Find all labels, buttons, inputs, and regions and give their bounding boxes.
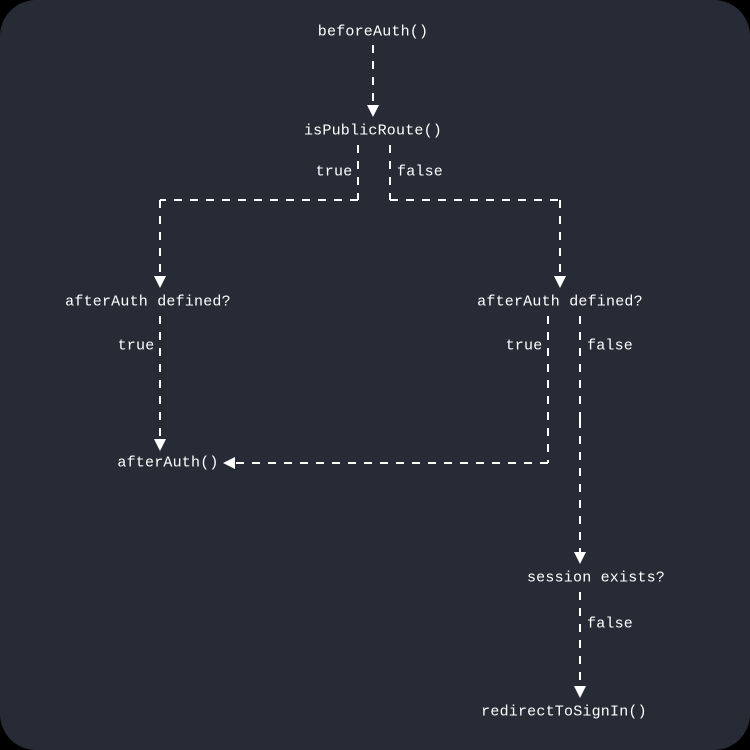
node-session-exists: session exists? <box>527 570 665 587</box>
arrowhead <box>574 552 586 564</box>
label-ispublic-false: false <box>397 164 443 181</box>
node-beforeauth: beforeAuth() <box>318 24 428 41</box>
arrowhead <box>574 686 586 698</box>
node-afterauth: afterAuth() <box>117 455 218 472</box>
label-right-defined-true: true <box>506 338 543 355</box>
arrowhead <box>367 105 379 117</box>
label-ispublic-true: true <box>316 164 353 181</box>
flowchart-edges <box>0 0 750 750</box>
arrowhead <box>554 276 566 288</box>
node-ispublicroute: isPublicRoute() <box>304 123 442 140</box>
label-left-defined-true: true <box>118 338 155 355</box>
flowchart-canvas: beforeAuth() isPublicRoute() afterAuth d… <box>0 0 750 750</box>
label-session-false: false <box>587 616 633 633</box>
node-afterauth-defined-right: afterAuth defined? <box>477 294 643 311</box>
arrowhead <box>223 457 235 469</box>
node-redirect-to-signin: redirectToSignIn() <box>481 704 647 721</box>
label-right-defined-false: false <box>587 338 633 355</box>
node-afterauth-defined-left: afterAuth defined? <box>65 294 231 311</box>
arrowhead <box>154 276 166 288</box>
arrowhead <box>154 439 166 451</box>
